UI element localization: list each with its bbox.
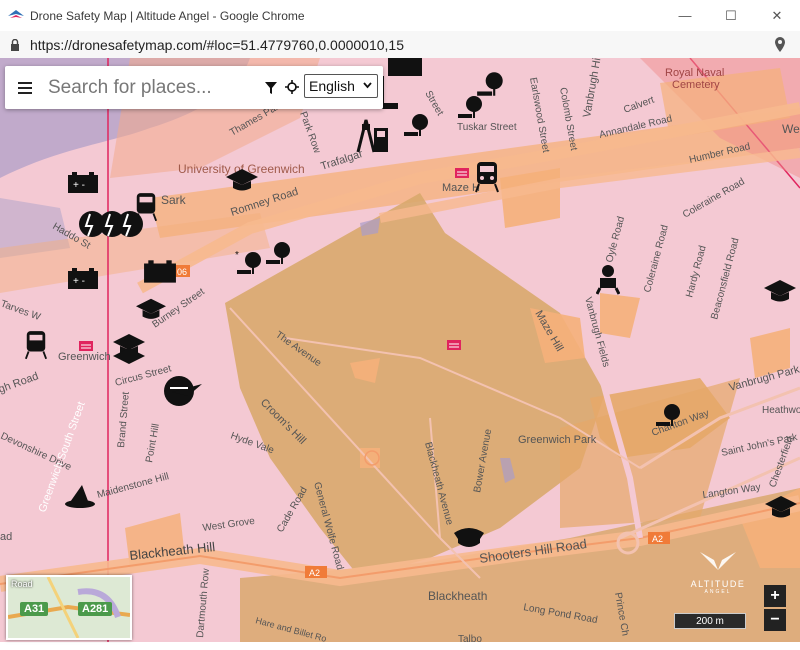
park-trees-icon[interactable]	[264, 238, 294, 268]
location-pin-icon[interactable]	[774, 37, 786, 52]
fuel-station-icon[interactable]	[356, 116, 392, 154]
road-badge-a206: 06	[177, 267, 187, 277]
map-label-heathwood: Heathwo	[762, 405, 800, 416]
close-button[interactable]: ✕	[754, 0, 800, 31]
battery-icon[interactable]: + -	[67, 172, 99, 194]
police-icon[interactable]	[452, 523, 486, 551]
language-select-value: English	[309, 78, 355, 94]
battery-icon[interactable]: + -	[67, 268, 99, 290]
brand-sub: ANGEL	[704, 589, 732, 595]
map-label-sark: Sark	[161, 193, 187, 207]
map-label-langton-way: Langton Way	[702, 482, 762, 501]
minimap-road-a281: A281	[78, 602, 113, 616]
university-icon[interactable]	[764, 496, 798, 518]
park-trees-icon[interactable]	[400, 110, 434, 140]
road-badge-a2-right: A2	[652, 534, 663, 544]
menu-icon[interactable]	[18, 81, 32, 94]
minimap-road-a31: A31	[20, 602, 49, 616]
url-text[interactable]: https://dronesafetymap.com/#loc=51.47797…	[30, 37, 404, 53]
altitude-angel-logo-icon	[8, 9, 24, 18]
search-input[interactable]: Search for places...	[48, 77, 248, 99]
svg-text:+ -: + -	[73, 276, 85, 287]
park-trees-icon[interactable]	[652, 400, 686, 430]
minimap-road-layer[interactable]: Road A31 A281	[6, 575, 132, 640]
search-panel: Search for places... English	[5, 66, 383, 109]
lock-icon	[11, 38, 19, 51]
map-label-park-row: Park Row	[297, 110, 322, 155]
map-label-tarves-way: Tarves W	[0, 298, 42, 323]
train-station-icon[interactable]	[24, 328, 48, 362]
map-label-talbot: Talbo	[458, 634, 482, 642]
map-label-earlswood-street: Earlswood Street	[527, 77, 551, 154]
map-label-maidenstone-hill: Maidenstone Hill	[96, 471, 170, 501]
chevron-down-icon	[363, 82, 372, 89]
map-label-royal-naval: Royal Naval	[665, 67, 724, 79]
university-icon[interactable]	[113, 334, 145, 368]
map-label-coleraine-road: Coleraine Road	[642, 224, 671, 294]
rail-marker-icon	[447, 340, 461, 350]
map-label-oyle-road: Oyle Road	[604, 215, 627, 263]
map-scale: 200 m	[674, 613, 746, 629]
map-canvas[interactable]: University of Greenwich Romney Road Traf…	[0, 58, 800, 642]
road-badge-a2: A2	[309, 568, 320, 578]
map-label-cemetery: Cemetery	[672, 79, 720, 91]
map-label-beaconsfield-road: Beaconsfield Road	[709, 237, 741, 321]
map-label-tuskar-street: Tuskar Street	[457, 122, 517, 133]
svg-text:*: *	[235, 250, 239, 261]
altitude-angel-wings-icon	[700, 552, 736, 570]
language-select[interactable]: English	[304, 74, 378, 98]
map-label-calvert: Calvert	[622, 95, 656, 116]
altitude-angel-brand: ALTITUDE ANGEL	[685, 548, 751, 600]
maximize-button[interactable]: ☐	[708, 0, 754, 31]
map-label-point-hill: Point Hill	[144, 423, 162, 464]
rail-marker-icon	[79, 341, 93, 351]
university-icon[interactable]	[226, 169, 258, 191]
brand-name: ALTITUDE	[690, 579, 746, 589]
zoom-in-button[interactable]: +	[764, 585, 786, 607]
train-station-icon[interactable]	[474, 160, 500, 194]
map-label-ad: ad	[0, 531, 12, 543]
map-label-gh-road: gh Road	[0, 370, 40, 396]
university-icon[interactable]	[764, 280, 796, 302]
lightning-cluster-icon[interactable]	[78, 208, 146, 240]
zoom-controls: + −	[764, 585, 786, 633]
minimap-label: Road	[11, 579, 33, 589]
baby-nursery-icon[interactable]	[596, 264, 620, 296]
map-label-hardy-road: Hardy Road	[684, 244, 708, 298]
university-icon[interactable]	[136, 298, 166, 320]
minimize-button[interactable]: —	[662, 0, 708, 31]
map-label-greenwich-park: Greenwich Park	[518, 434, 597, 446]
filter-icon[interactable]	[265, 82, 277, 94]
address-bar[interactable]: https://dronesafetymap.com/#loc=51.47797…	[0, 31, 800, 59]
park-trees-icon[interactable]: *	[235, 248, 265, 278]
window-titlebar: Drone Safety Map | Altitude Angel - Goog…	[0, 0, 800, 32]
rail-marker-icon	[455, 168, 469, 178]
witch-hat-icon[interactable]	[64, 483, 96, 509]
window-title: Drone Safety Map | Altitude Angel - Goog…	[30, 8, 305, 23]
zoom-out-button[interactable]: −	[764, 609, 786, 631]
map-label-we: We	[782, 122, 800, 136]
window-controls: — ☐ ✕	[662, 0, 800, 31]
map-label-cade-road: Cade Road	[275, 485, 310, 534]
locate-crosshair-icon[interactable]	[285, 80, 299, 94]
park-trees-icon[interactable]	[454, 92, 488, 122]
map-label-dartmouth-row: Dartmouth Row	[195, 567, 212, 638]
map-label-greenwich: Greenwich	[58, 351, 111, 363]
svg-text:+ -: + -	[73, 180, 85, 191]
battery-icon[interactable]	[143, 260, 177, 284]
bird-aviation-icon[interactable]	[162, 374, 204, 408]
map-label-blackheath: Blackheath	[428, 589, 487, 603]
map-label-brand-street: Brand Street	[116, 391, 132, 448]
map-label-west-grove: West Grove	[202, 516, 256, 534]
map-label-vanbrugh-hill: Vanbrugh Hill	[581, 58, 604, 119]
map-label-coleraine-road-top: Coleraine Road	[681, 176, 747, 220]
